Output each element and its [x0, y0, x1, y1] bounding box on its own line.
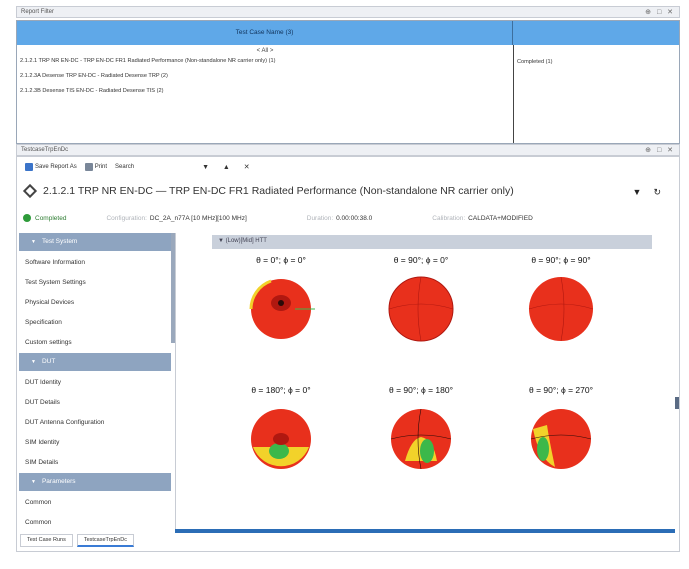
pattern-plot-5: θ = 90°; ϕ = 180° — [356, 385, 486, 479]
sidebar-item-dut-details[interactable]: DUT Details — [19, 393, 171, 413]
filter-all-option[interactable]: < All > — [17, 48, 513, 54]
sidebar-item-physical-devices[interactable]: Physical Devices — [19, 293, 171, 313]
report-toolbar: Save Report As Print Search ▼ ▲ ✕ — [25, 163, 256, 171]
pattern-sphere-icon[interactable] — [381, 269, 461, 349]
config-key: Configuration: — [106, 214, 147, 222]
sidebar-item-software-information[interactable]: Software Information — [19, 253, 171, 273]
testcase-diamond-icon — [22, 183, 38, 199]
sidebar-group-label: Parameters — [41, 478, 76, 485]
sidebar-item-dut-identity[interactable]: DUT Identity — [19, 373, 171, 393]
calibration-value: CALDATA+MODIFIED — [468, 214, 533, 222]
pattern-plot-3: θ = 90°; ϕ = 90° — [496, 255, 626, 349]
filter-row-trp[interactable]: 2.1.2.1 TRP NR EN-DC - TRP EN-DC FR1 Rad… — [20, 58, 275, 64]
column-divider[interactable] — [513, 45, 514, 143]
title-actions: ▼↻ — [633, 187, 673, 198]
sidebar-item-common-2[interactable]: Common — [19, 513, 171, 533]
status-column-header[interactable] — [513, 21, 679, 45]
plot-group-header[interactable]: ▼ (Low)[Mid] HTT — [212, 235, 652, 249]
sidebar-group-test-system[interactable]: ▼ Test System — [19, 233, 171, 251]
tab-test-case-runs[interactable]: Test Case Runs — [20, 534, 73, 547]
status-bar: Completed Configuration: DC_2A_n77A [10 … — [23, 211, 673, 225]
pattern-sphere-icon[interactable] — [241, 269, 321, 349]
pattern-sphere-icon[interactable] — [521, 399, 601, 479]
main-report-panel: Save Report As Print Search ▼ ▲ ✕ 2.1.2.… — [16, 156, 680, 552]
sidebar-item-sim-identity[interactable]: SIM Identity — [19, 433, 171, 453]
pattern-plot-6: θ = 90°; ϕ = 270° — [496, 385, 626, 479]
pattern-plot-2: θ = 90°; ϕ = 0° — [356, 255, 486, 349]
sidebar-item-specification[interactable]: Specification — [19, 313, 171, 333]
plot-horizontal-scrollbar[interactable] — [175, 529, 675, 533]
sidebar-item-custom-settings[interactable]: Custom settings — [19, 333, 171, 353]
collapse-triangle-icon: ▼ — [218, 238, 226, 244]
completed-check-icon — [23, 214, 31, 222]
pattern-angle-label: θ = 90°; ϕ = 270° — [528, 385, 594, 395]
search-nav-arrows[interactable]: ▼ ▲ ✕ — [202, 163, 256, 171]
filter-row-desense-tis[interactable]: 2.1.2.3B Desense TIS EN-DC - Radiated De… — [20, 88, 163, 94]
save-report-button[interactable]: Save Report As — [25, 163, 77, 171]
pattern-plot-4: θ = 180°; ϕ = 0° — [216, 385, 346, 479]
sidebar-group-label: DUT — [41, 358, 56, 365]
bottom-tab-strip: Test Case Runs TestcaseTrpEnDc — [20, 534, 135, 547]
pattern-sphere-icon[interactable] — [381, 399, 461, 479]
report-title: 2.1.2.1 TRP NR EN-DC — TRP EN-DC FR1 Rad… — [22, 183, 514, 199]
main-panel-title: TestcaseTrpEnDc — [21, 147, 69, 153]
print-icon — [84, 163, 93, 171]
sidebar-group-dut[interactable]: ▼ DUT — [19, 353, 171, 371]
refresh-icon[interactable]: ↻ — [653, 187, 673, 197]
collapse-triangle-icon: ▼ — [31, 239, 36, 245]
test-case-name-column-header[interactable]: Test Case Name (3) — [17, 21, 513, 45]
report-filter-panel: Test Case Name (3) < All > 2.1.2.1 TRP N… — [16, 20, 680, 144]
config-value: DC_2A_n77A [10 MHz][100 MHz] — [149, 214, 247, 222]
save-icon — [25, 163, 33, 171]
pattern-angle-label: θ = 90°; ϕ = 90° — [531, 255, 591, 265]
pattern-sphere-icon[interactable] — [241, 399, 321, 479]
plot-group-label: (Low)[Mid] HTT — [225, 238, 267, 244]
sidebar-group-label: Test System — [41, 238, 78, 245]
sidebar-item-test-system-settings[interactable]: Test System Settings — [19, 273, 171, 293]
filter-row-desense-trp[interactable]: 2.1.2.3A Desense TRP EN-DC - Radiated De… — [20, 73, 168, 79]
sidebar-item-dut-antenna-configuration[interactable]: DUT Antenna Configuration — [19, 413, 171, 433]
search-field[interactable]: Search — [115, 164, 134, 170]
collapse-triangle-icon: ▼ — [31, 479, 36, 485]
plot-vertical-scrollbar[interactable] — [675, 397, 679, 409]
collapse-triangle-icon: ▼ — [31, 359, 36, 365]
tab-testcase-trp-endc[interactable]: TestcaseTrpEnDc — [76, 534, 135, 547]
report-filter-title: Report Filter — [21, 9, 55, 15]
sidebar-item-common[interactable]: Common — [19, 493, 171, 513]
sidebar-item-sim-details[interactable]: SIM Details — [19, 453, 171, 473]
pattern-angle-label: θ = 0°; ϕ = 0° — [256, 255, 306, 265]
status-state: Completed — [35, 214, 67, 222]
pattern-sphere-icon[interactable] — [521, 269, 601, 349]
main-panel-titlebar: TestcaseTrpEnDc ⊕ □ ✕ — [16, 144, 680, 156]
duration-key: Duration: — [306, 214, 334, 222]
pattern-angle-label: θ = 90°; ϕ = 0° — [393, 255, 449, 265]
duration-value: 0.00:00:38.0 — [336, 214, 373, 222]
report-sidebar: ▼ Test System Software Information Test S… — [19, 233, 171, 529]
print-button[interactable]: Print — [84, 163, 108, 171]
pattern-angle-label: θ = 90°; ϕ = 180° — [388, 385, 454, 395]
print-label: Print — [94, 164, 108, 170]
report-title-text: 2.1.2.1 TRP NR EN-DC — TRP EN-DC FR1 Rad… — [43, 185, 514, 197]
filter-status-completed[interactable]: Completed (1) — [517, 59, 552, 65]
radiation-plot-area: ▼ (Low)[Mid] HTT θ = 0°; ϕ = 0° θ = 90°;… — [175, 233, 675, 529]
filter-icon[interactable]: ▼ — [633, 187, 654, 197]
report-filter-window-controls[interactable]: ⊕ □ ✕ — [645, 8, 675, 16]
pattern-angle-label: θ = 180°; ϕ = 0° — [251, 385, 311, 395]
report-filter-titlebar: Report Filter ⊕ □ ✕ — [16, 6, 680, 18]
main-panel-window-controls[interactable]: ⊕ □ ✕ — [645, 146, 675, 154]
pattern-plot-1: θ = 0°; ϕ = 0° — [216, 255, 346, 349]
calibration-key: Calibration: — [432, 214, 466, 222]
save-report-label: Save Report As — [35, 164, 77, 170]
sidebar-group-parameters[interactable]: ▼ Parameters — [19, 473, 171, 491]
